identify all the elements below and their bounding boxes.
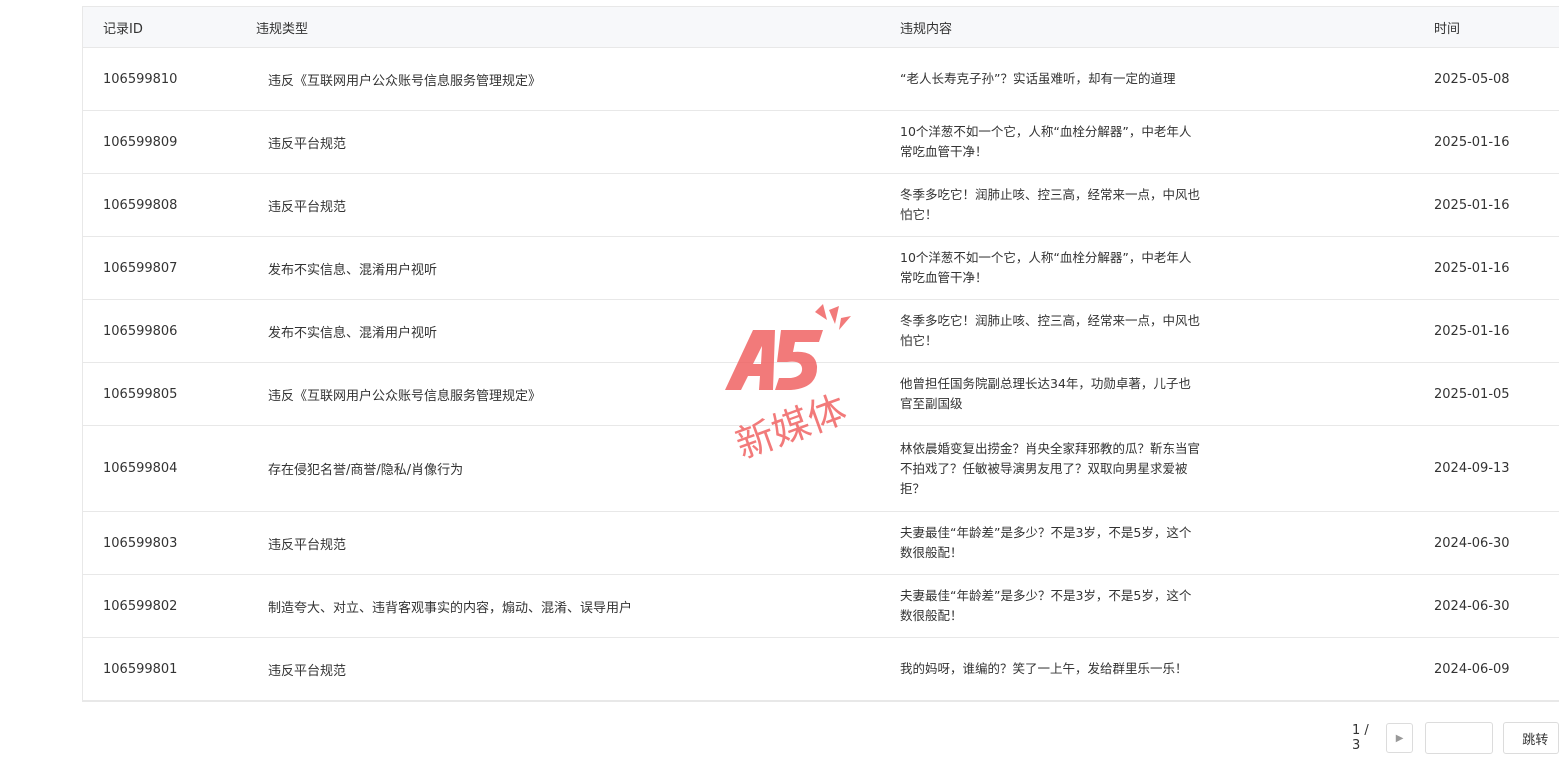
cell-time: 2024-06-30 bbox=[1389, 511, 1559, 575]
cell-violation-content: 冬季多吃它！润肺止咳、控三高，经常来一点，中风也怕它！ bbox=[900, 313, 1201, 348]
cell-violation-content: 他曾担任国务院副总理长达34年，功勋卓著，儿子也官至副国级 bbox=[900, 376, 1191, 411]
main-panel: 记录ID 违规类型 违规内容 时间 106599810 违反《互联网用户公众账号… bbox=[42, 0, 1559, 769]
cell-record-id: 106599807 bbox=[83, 236, 244, 300]
table-row: 106599807 发布不实信息、混淆用户视听 10个洋葱不如一个它，人称“血栓… bbox=[83, 236, 1559, 300]
header-violation-content: 违规内容 bbox=[872, 7, 1389, 48]
cell-record-id: 106599808 bbox=[83, 173, 244, 237]
cell-record-id: 106599809 bbox=[83, 110, 244, 174]
jump-button[interactable]: 跳转 bbox=[1503, 722, 1559, 754]
left-rail bbox=[0, 0, 42, 769]
cell-violation-content: 10个洋葱不如一个它，人称“血栓分解器”，中老年人常吃血管干净！ bbox=[900, 124, 1192, 159]
cell-violation-type: 发布不实信息、混淆用户视听 bbox=[244, 299, 872, 363]
header-time: 时间 bbox=[1389, 7, 1559, 48]
table-row: 106599808 违反平台规范 冬季多吃它！润肺止咳、控三高，经常来一点，中风… bbox=[83, 173, 1559, 237]
table-row: 106599809 违反平台规范 10个洋葱不如一个它，人称“血栓分解器”，中老… bbox=[83, 110, 1559, 174]
pagination: 1 / 3 ▶ 跳转 bbox=[1352, 722, 1559, 754]
table-row: 106599810 违反《互联网用户公众账号信息服务管理规定》 “老人长寿克子孙… bbox=[83, 47, 1559, 111]
cell-violation-type: 发布不实信息、混淆用户视听 bbox=[244, 236, 872, 300]
cell-violation-type: 违反《互联网用户公众账号信息服务管理规定》 bbox=[244, 47, 872, 111]
cell-violation-type: 制造夸大、对立、违背客观事实的内容，煽动、混淆、误导用户 bbox=[244, 574, 872, 638]
header-record-id: 记录ID bbox=[83, 7, 244, 48]
cell-violation-content: 夫妻最佳“年龄差”是多少？不是3岁，不是5岁，这个数很般配！ bbox=[900, 588, 1192, 623]
cell-violation-type: 违反平台规范 bbox=[244, 110, 872, 174]
table-header-row: 记录ID 违规类型 违规内容 时间 bbox=[83, 7, 1559, 48]
table-row: 106599804 存在侵犯名誉/商誉/隐私/肖像行为 林依晨婚变复出捞金？肖央… bbox=[83, 425, 1559, 512]
cell-violation-type: 违反《互联网用户公众账号信息服务管理规定》 bbox=[244, 362, 872, 426]
table-row: 106599801 违反平台规范 我的妈呀，谁编的？笑了一上午，发给群里乐一乐！… bbox=[83, 637, 1559, 701]
cell-time: 2024-06-09 bbox=[1389, 637, 1559, 701]
cell-violation-content: 夫妻最佳“年龄差”是多少？不是3岁，不是5岁，这个数很般配！ bbox=[900, 525, 1192, 560]
cell-violation-type: 存在侵犯名誉/商誉/隐私/肖像行为 bbox=[244, 425, 872, 512]
cell-violation-type: 违反平台规范 bbox=[244, 637, 872, 701]
cell-record-id: 106599804 bbox=[83, 425, 244, 512]
cell-time: 2025-01-16 bbox=[1389, 236, 1559, 300]
cell-violation-type: 违反平台规范 bbox=[244, 511, 872, 575]
cell-violation-content: 林依晨婚变复出捞金？肖央全家拜邪教的瓜？靳东当官不拍戏了？任敏被导演男友甩了？双… bbox=[900, 440, 1201, 496]
cell-violation-content: 10个洋葱不如一个它，人称“血栓分解器”，中老年人常吃血管干净！ bbox=[900, 250, 1192, 285]
next-page-button[interactable]: ▶ bbox=[1386, 723, 1414, 753]
table-row: 106599803 违反平台规范 夫妻最佳“年龄差”是多少？不是3岁，不是5岁，… bbox=[83, 511, 1559, 575]
cell-time: 2024-06-30 bbox=[1389, 574, 1559, 638]
header-violation-type: 违规类型 bbox=[244, 7, 872, 48]
cell-time: 2025-01-16 bbox=[1389, 299, 1559, 363]
cell-time: 2025-01-05 bbox=[1389, 362, 1559, 426]
cell-time: 2024-09-13 bbox=[1389, 425, 1559, 512]
violations-table: 记录ID 违规类型 违规内容 时间 106599810 违反《互联网用户公众账号… bbox=[82, 6, 1559, 702]
cell-violation-content: 我的妈呀，谁编的？笑了一上午，发给群里乐一乐！ bbox=[900, 661, 1188, 676]
cell-record-id: 106599806 bbox=[83, 299, 244, 363]
table-row: 106599805 违反《互联网用户公众账号信息服务管理规定》 他曾担任国务院副… bbox=[83, 362, 1559, 426]
table-row: 106599806 发布不实信息、混淆用户视听 冬季多吃它！润肺止咳、控三高，经… bbox=[83, 299, 1559, 363]
page-indicator: 1 / 3 bbox=[1352, 723, 1369, 753]
cell-time: 2025-01-16 bbox=[1389, 110, 1559, 174]
cell-record-id: 106599810 bbox=[83, 47, 244, 111]
page-jump-input[interactable] bbox=[1425, 722, 1494, 754]
cell-record-id: 106599801 bbox=[83, 637, 244, 701]
cell-record-id: 106599805 bbox=[83, 362, 244, 426]
cell-violation-content: “老人长寿克子孙”？实话虽难听，却有一定的道理 bbox=[900, 71, 1176, 86]
cell-time: 2025-01-16 bbox=[1389, 173, 1559, 237]
caret-right-icon: ▶ bbox=[1395, 732, 1404, 744]
cell-violation-type: 违反平台规范 bbox=[244, 173, 872, 237]
table-row: 106599802 制造夸大、对立、违背客观事实的内容，煽动、混淆、误导用户 夫… bbox=[83, 574, 1559, 638]
cell-record-id: 106599803 bbox=[83, 511, 244, 575]
cell-violation-content: 冬季多吃它！润肺止咳、控三高，经常来一点，中风也怕它！ bbox=[900, 187, 1201, 222]
cell-record-id: 106599802 bbox=[83, 574, 244, 638]
cell-time: 2025-05-08 bbox=[1389, 47, 1559, 111]
